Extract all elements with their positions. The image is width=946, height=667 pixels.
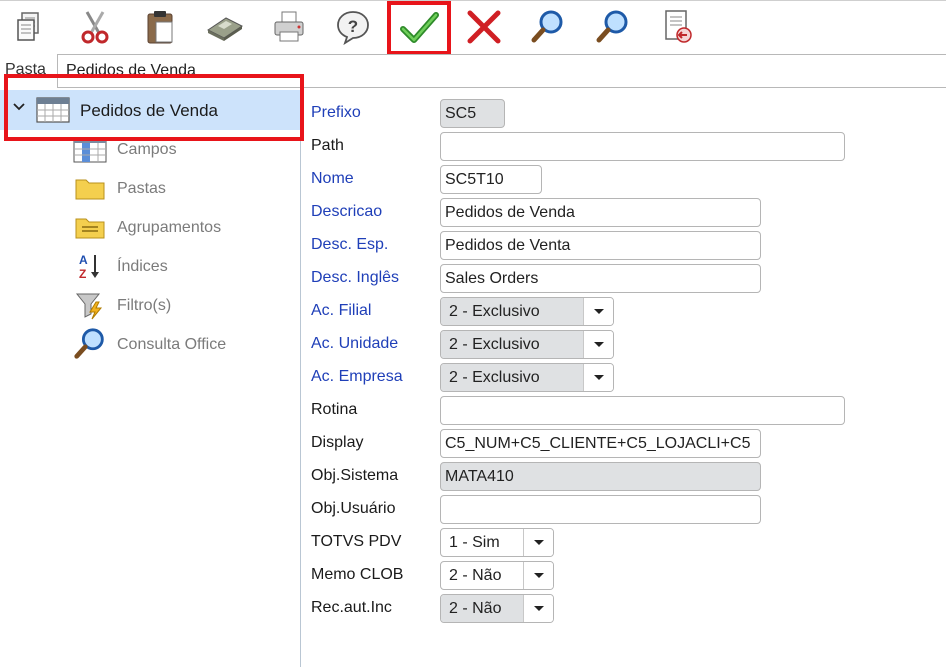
cut-button[interactable] xyxy=(75,7,115,47)
svg-text:A: A xyxy=(79,253,88,267)
copy-icon xyxy=(17,12,39,41)
display-label: Display xyxy=(311,434,364,451)
memo-clob-select[interactable]: 2 - Não xyxy=(440,561,554,590)
desc-esp-label: Desc. Esp. xyxy=(311,236,389,253)
clipboard-icon xyxy=(147,11,173,44)
magnifier-icon xyxy=(596,10,628,43)
obj-usuario-label: Obj.Usuário xyxy=(311,500,396,517)
desc-esp-field[interactable]: Pedidos de Venta xyxy=(440,231,761,260)
cancel-button[interactable] xyxy=(464,7,504,47)
tree-item-label: Índices xyxy=(117,258,168,275)
dropdown-arrow-icon[interactable] xyxy=(583,331,613,358)
ac-filial-value: 2 - Exclusivo xyxy=(441,298,583,325)
memo-clob-value: 2 - Não xyxy=(449,567,502,584)
toolbar: ? xyxy=(0,0,946,55)
calculator-icon xyxy=(207,17,243,41)
document-exit-icon xyxy=(665,10,692,43)
copy-button[interactable] xyxy=(10,7,50,47)
descricao-label: Descricao xyxy=(311,203,383,220)
calculator-button[interactable] xyxy=(205,7,245,47)
scissors-icon xyxy=(81,11,109,44)
confirm-button-highlight xyxy=(387,1,451,55)
rotina-field[interactable] xyxy=(440,396,845,425)
ac-empresa-label: Ac. Empresa xyxy=(311,368,403,385)
rec-aut-inc-label: Rec.aut.Inc xyxy=(311,599,392,616)
tree-root-highlight xyxy=(4,74,304,141)
path-field[interactable] xyxy=(440,132,845,161)
tree-item-label: Consulta Office xyxy=(117,336,227,353)
search-next-button[interactable] xyxy=(593,7,633,47)
sort-az-icon: A Z xyxy=(79,253,99,281)
ac-filial-label: Ac. Filial xyxy=(311,302,372,319)
totvs-pdv-label: TOTVS PDV xyxy=(311,533,402,550)
ac-empresa-value: 2 - Exclusivo xyxy=(441,364,583,391)
magnifier-icon xyxy=(531,10,563,43)
desc-ingles-field[interactable]: Sales Orders xyxy=(440,264,761,293)
exit-button[interactable] xyxy=(658,7,698,47)
magnifier-icon xyxy=(74,328,104,359)
memo-clob-label: Memo CLOB xyxy=(311,566,404,583)
x-icon xyxy=(467,10,501,44)
dropdown-arrow-icon[interactable] xyxy=(583,364,613,391)
totvs-pdv-select[interactable]: 1 - Sim xyxy=(440,528,554,557)
tree-item-consulta-office[interactable]: Consulta Office xyxy=(72,327,292,363)
rec-aut-inc-select[interactable]: 2 - Não xyxy=(440,594,554,623)
obj-sistema-field[interactable]: MATA410 xyxy=(440,462,761,491)
tree-item-label: Pastas xyxy=(117,180,166,197)
tree-item-label: Agrupamentos xyxy=(117,219,222,236)
display-field[interactable]: C5_NUM+C5_CLIENTE+C5_LOJACLI+C5 xyxy=(440,429,761,458)
search-button[interactable] xyxy=(528,7,568,47)
ac-filial-select[interactable]: 2 - Exclusivo xyxy=(440,297,614,326)
folder-icon xyxy=(75,179,105,200)
path-label: Path xyxy=(311,137,344,154)
dropdown-arrow-icon[interactable] xyxy=(523,562,553,589)
svg-text:Z: Z xyxy=(79,267,86,281)
dropdown-arrow-icon[interactable] xyxy=(583,298,613,325)
print-button[interactable] xyxy=(270,7,310,47)
paste-button[interactable] xyxy=(140,7,180,47)
tree-pane: Pedidos de Venda Campos Pastas Agrupamen… xyxy=(0,90,301,667)
tree-item-indices[interactable]: A Z Índices xyxy=(72,249,292,285)
svg-text:?: ? xyxy=(348,17,358,36)
ac-unidade-select[interactable]: 2 - Exclusivo xyxy=(440,330,614,359)
tree-item-label: Campos xyxy=(117,141,177,158)
help-button[interactable]: ? xyxy=(333,7,373,47)
prefixo-label: Prefixo xyxy=(311,104,361,121)
filter-icon xyxy=(75,293,103,320)
rec-aut-inc-value: 2 - Não xyxy=(441,595,523,622)
printer-icon xyxy=(274,11,304,42)
obj-sistema-label: Obj.Sistema xyxy=(311,467,399,484)
nome-label: Nome xyxy=(311,170,354,187)
prefixo-field[interactable]: SC5 xyxy=(440,99,505,128)
question-icon: ? xyxy=(337,11,369,45)
ac-empresa-select[interactable]: 2 - Exclusivo xyxy=(440,363,614,392)
obj-usuario-field[interactable] xyxy=(440,495,761,524)
tree-item-pastas[interactable]: Pastas xyxy=(72,171,292,207)
desc-ingles-label: Desc. Inglês xyxy=(311,269,400,286)
folder-lines-icon xyxy=(75,218,105,239)
tree-item-agrupamentos[interactable]: Agrupamentos xyxy=(72,210,292,246)
totvs-pdv-value: 1 - Sim xyxy=(449,534,500,551)
dropdown-arrow-icon[interactable] xyxy=(523,595,553,622)
rotina-label: Rotina xyxy=(311,401,358,418)
dropdown-arrow-icon[interactable] xyxy=(523,529,553,556)
nome-field[interactable]: SC5T10 xyxy=(440,165,542,194)
descricao-field[interactable]: Pedidos de Venda xyxy=(440,198,761,227)
tree-item-label: Filtro(s) xyxy=(117,297,172,314)
ac-unidade-value: 2 - Exclusivo xyxy=(441,331,583,358)
tree-item-filtros[interactable]: Filtro(s) xyxy=(72,288,292,324)
ac-unidade-label: Ac. Unidade xyxy=(311,335,399,352)
